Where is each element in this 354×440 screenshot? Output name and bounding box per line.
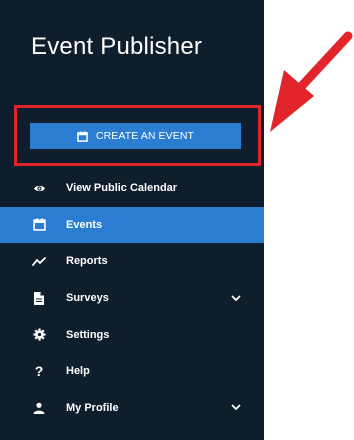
sidebar-item-label: Events	[66, 218, 103, 231]
sidebar-item-label: My Profile	[66, 401, 119, 414]
line-chart-icon	[31, 253, 47, 269]
create-event-button[interactable]: CREATE AN EVENT	[30, 123, 241, 149]
document-icon	[31, 290, 47, 306]
red-arrow-annotation	[270, 31, 353, 132]
chevron-down-icon[interactable]	[230, 292, 242, 304]
sidebar-item-label: Help	[66, 365, 90, 378]
eye-icon	[31, 180, 47, 196]
sidebar-item-events[interactable]: Events	[0, 206, 264, 244]
sidebar-item-help[interactable]: ? Help	[0, 353, 264, 390]
sidebar-item-label: Settings	[66, 328, 110, 341]
app-title: Event Publisher	[31, 33, 203, 60]
question-icon: ?	[34, 363, 44, 380]
user-icon	[31, 400, 47, 416]
sidebar-item-settings[interactable]: Settings	[0, 316, 264, 353]
sidebar: Event Publisher CREATE AN EVENT View Pub…	[0, 0, 264, 440]
sidebar-item-view-public-calendar[interactable]: View Public Calendar	[0, 170, 264, 207]
calendar-icon	[77, 130, 88, 142]
calendar-icon	[31, 217, 47, 233]
chevron-down-icon[interactable]	[230, 402, 242, 414]
sidebar-item-surveys[interactable]: Surveys	[0, 280, 264, 317]
sidebar-item-label: Reports	[66, 255, 108, 268]
sidebar-item-reports[interactable]: Reports	[0, 243, 264, 280]
sidebar-item-label: View Public Calendar	[66, 182, 178, 195]
sidebar-item-label: Surveys	[66, 292, 109, 305]
sidebar-nav: View Public Calendar Events Reports Surv…	[0, 170, 264, 426]
gear-icon	[31, 327, 47, 343]
sidebar-item-my-profile[interactable]: My Profile	[0, 390, 264, 427]
create-event-label: CREATE AN EVENT	[95, 130, 195, 142]
